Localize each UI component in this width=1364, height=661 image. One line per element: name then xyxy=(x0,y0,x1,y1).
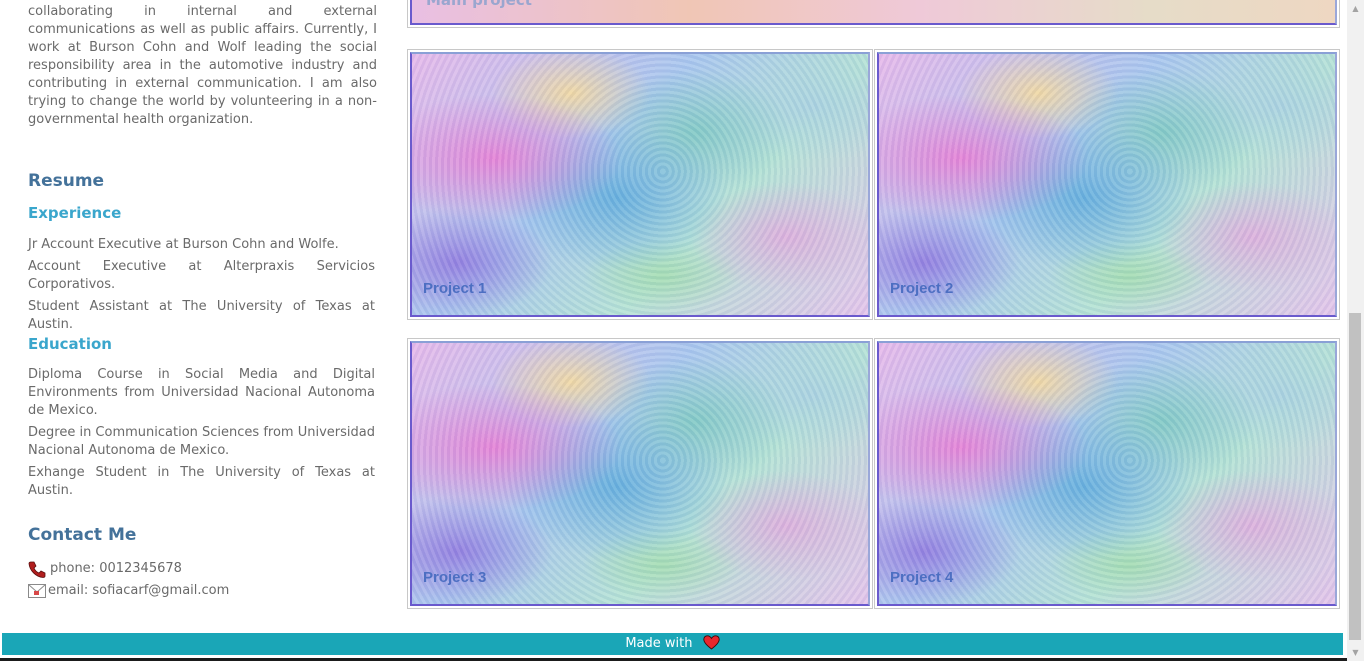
project-image: Project 4 xyxy=(877,341,1337,606)
mail-icon xyxy=(28,584,46,598)
experience-heading: Experience xyxy=(28,204,122,222)
email-line[interactable]: email: sofiacarf@gmail.com xyxy=(28,582,229,600)
education-heading: Education xyxy=(28,335,112,353)
education-list: Diploma Course in Social Media and Digit… xyxy=(28,366,375,504)
footer-text: Made with xyxy=(625,636,693,651)
project-label: Project 3 xyxy=(423,569,487,586)
project-image: Project 2 xyxy=(877,52,1337,317)
phone-icon xyxy=(28,561,46,578)
phone-number: phone: 0012345678 xyxy=(50,561,182,576)
project-card-2[interactable]: Project 2 xyxy=(874,49,1340,320)
list-item: Diploma Course in Social Media and Digit… xyxy=(28,367,375,418)
list-item: Jr Account Executive at Burson Cohn and … xyxy=(28,237,339,252)
project-image: Project 3 xyxy=(410,341,870,606)
resume-heading: Resume xyxy=(28,171,105,191)
about-text: collaborating in internal and external c… xyxy=(28,4,377,127)
list-item: Account Executive at Alterpraxis Servici… xyxy=(28,259,375,292)
project-label: Project 1 xyxy=(423,280,487,297)
list-item: Degree in Communication Sciences from Un… xyxy=(28,425,375,458)
vertical-scrollbar[interactable]: ▲ ▼ xyxy=(1347,0,1364,661)
main-project-label: Main project xyxy=(426,0,532,9)
project-card-1[interactable]: Project 1 xyxy=(407,49,873,320)
experience-list: Jr Account Executive at Burson Cohn and … xyxy=(28,236,375,338)
project-card-4[interactable]: Project 4 xyxy=(874,338,1340,609)
contact-heading: Contact Me xyxy=(28,525,137,545)
scroll-up-arrow-icon[interactable]: ▲ xyxy=(1347,0,1364,17)
project-label: Project 4 xyxy=(890,569,954,586)
list-item: Exhange Student in The University of Tex… xyxy=(28,465,375,498)
footer: Made with xyxy=(2,633,1343,655)
scroll-down-arrow-icon[interactable]: ▼ xyxy=(1347,644,1364,661)
main-project-card[interactable]: Main project xyxy=(407,0,1340,28)
project-card-3[interactable]: Project 3 xyxy=(407,338,873,609)
main-project-image: Main project xyxy=(410,0,1337,25)
project-label: Project 2 xyxy=(890,280,954,297)
email-address[interactable]: email: sofiacarf@gmail.com xyxy=(48,582,229,600)
project-image: Project 1 xyxy=(410,52,870,317)
heart-icon xyxy=(702,635,720,650)
list-item: Student Assistant at The University of T… xyxy=(28,299,375,332)
portfolio-page: collaborating in internal and external c… xyxy=(0,0,1364,661)
phone-line: phone: 0012345678 xyxy=(28,560,182,578)
scroll-thumb[interactable] xyxy=(1349,313,1361,640)
